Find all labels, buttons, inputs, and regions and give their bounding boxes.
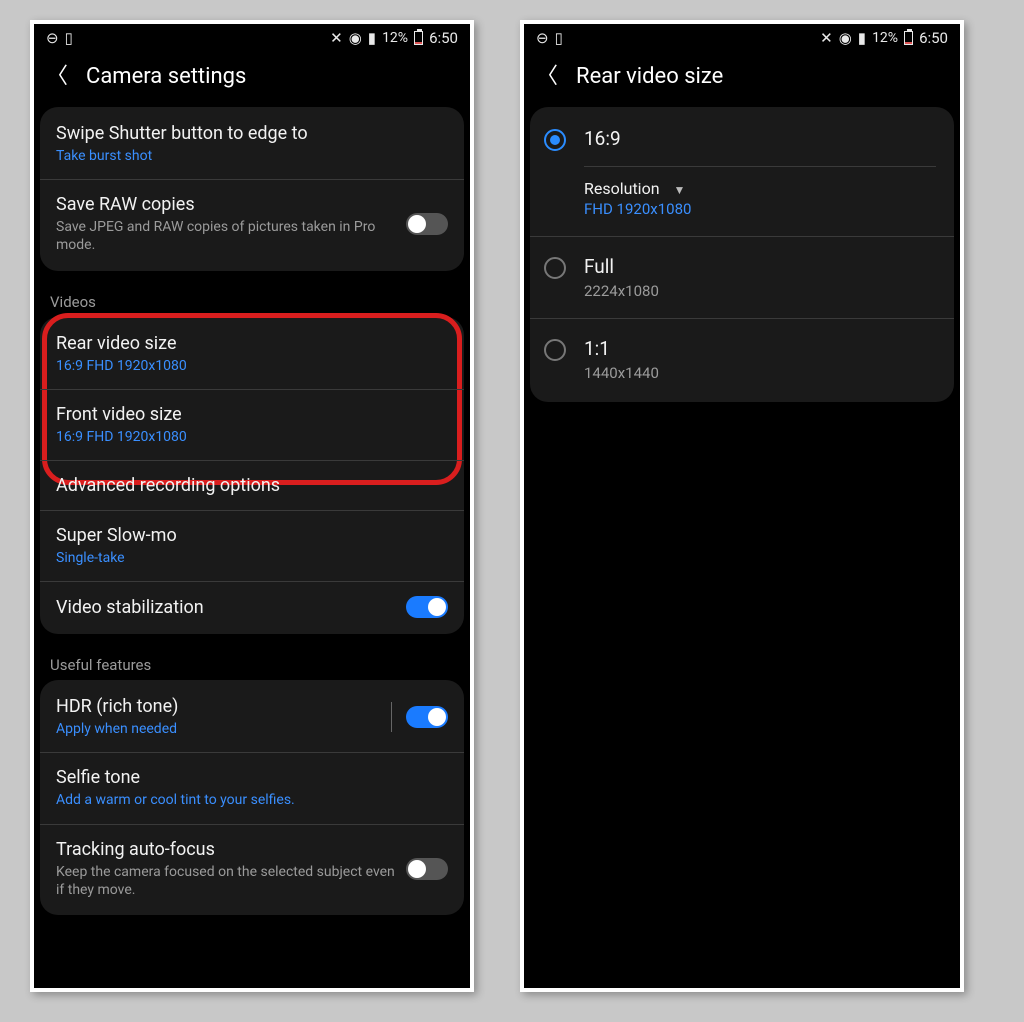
- row-sub: Single-take: [56, 549, 448, 567]
- clock: 6:50: [919, 29, 948, 47]
- card-useful: HDR (rich tone) Apply when needed Selfie…: [40, 680, 464, 915]
- wifi-icon: ◉: [839, 29, 852, 47]
- phone-right: ⊖ ▯ ✕ ◉ ▮ 12% 6:50 〈 Rear video size 16:…: [520, 20, 964, 992]
- chevron-down-icon[interactable]: ▼: [674, 183, 686, 197]
- clock: 6:50: [429, 29, 458, 47]
- sim-icon: ▯: [65, 29, 73, 47]
- row-sub: 16:9 FHD 1920x1080: [56, 428, 448, 446]
- header: 〈 Camera settings: [34, 50, 470, 107]
- header: 〈 Rear video size: [524, 50, 960, 107]
- dnd-icon: ⊖: [536, 29, 549, 47]
- row-title: Super Slow-mo: [56, 525, 448, 546]
- row-title: Selfie tone: [56, 767, 448, 788]
- toggle-save-raw[interactable]: [406, 213, 448, 235]
- option-1-1[interactable]: 1:1 1440x1440: [530, 319, 954, 400]
- section-videos: Videos: [34, 281, 470, 317]
- divider: [391, 702, 392, 732]
- row-sub: Take burst shot: [56, 147, 448, 165]
- row-title: Swipe Shutter button to edge to: [56, 123, 448, 144]
- row-selfie-tone[interactable]: Selfie tone Add a warm or cool tint to y…: [40, 753, 464, 824]
- battery-icon: [414, 31, 423, 45]
- page-title: Rear video size: [576, 64, 723, 89]
- option-label: Full: [584, 255, 936, 278]
- back-button[interactable]: 〈: [46, 66, 68, 88]
- section-useful: Useful features: [34, 644, 470, 680]
- status-bar: ⊖ ▯ ✕ ◉ ▮ 12% 6:50: [524, 24, 960, 50]
- option-label: 16:9: [584, 127, 936, 150]
- signal-icon: ▮: [858, 29, 866, 47]
- row-sub: Save JPEG and RAW copies of pictures tak…: [56, 218, 406, 254]
- row-title: Rear video size: [56, 333, 448, 354]
- row-save-raw[interactable]: Save RAW copies Save JPEG and RAW copies…: [40, 180, 464, 268]
- row-front-video-size[interactable]: Front video size 16:9 FHD 1920x1080: [40, 390, 464, 461]
- card-videos: Rear video size 16:9 FHD 1920x1080 Front…: [40, 317, 464, 635]
- row-sub: Apply when needed: [56, 720, 391, 738]
- phone-left: ⊖ ▯ ✕ ◉ ▮ 12% 6:50 〈 Camera settings Swi…: [30, 20, 474, 992]
- battery-percent: 12%: [382, 30, 408, 46]
- signal-icon: ▮: [368, 29, 376, 47]
- option-16-9[interactable]: 16:9 Resolution ▼ FHD 1920x1080: [530, 109, 954, 237]
- battery-percent: 12%: [872, 30, 898, 46]
- row-tracking-autofocus[interactable]: Tracking auto-focus Keep the camera focu…: [40, 825, 464, 913]
- status-bar: ⊖ ▯ ✕ ◉ ▮ 12% 6:50: [34, 24, 470, 50]
- toggle-video-stabilization[interactable]: [406, 596, 448, 618]
- row-advanced-recording[interactable]: Advanced recording options: [40, 461, 464, 511]
- radio-full[interactable]: [544, 257, 566, 279]
- mute-icon: ✕: [820, 29, 833, 47]
- row-sub: 16:9 FHD 1920x1080: [56, 357, 448, 375]
- sim-icon: ▯: [555, 29, 563, 47]
- resolution-value: FHD 1920x1080: [584, 200, 936, 218]
- wifi-icon: ◉: [349, 29, 362, 47]
- row-swipe-shutter[interactable]: Swipe Shutter button to edge to Take bur…: [40, 109, 464, 180]
- row-sub: Add a warm or cool tint to your selfies.: [56, 791, 448, 809]
- card-shutter-raw: Swipe Shutter button to edge to Take bur…: [40, 107, 464, 271]
- mute-icon: ✕: [330, 29, 343, 47]
- row-title: Video stabilization: [56, 597, 406, 618]
- dnd-icon: ⊖: [46, 29, 59, 47]
- battery-icon: [904, 31, 913, 45]
- row-title: Save RAW copies: [56, 194, 406, 215]
- radio-16-9[interactable]: [544, 129, 566, 151]
- row-rear-video-size[interactable]: Rear video size 16:9 FHD 1920x1080: [40, 319, 464, 390]
- row-title: Front video size: [56, 404, 448, 425]
- option-sub: 2224x1080: [584, 282, 936, 300]
- row-hdr[interactable]: HDR (rich tone) Apply when needed: [40, 682, 464, 753]
- row-video-stabilization[interactable]: Video stabilization: [40, 582, 464, 632]
- row-super-slowmo[interactable]: Super Slow-mo Single-take: [40, 511, 464, 582]
- option-full[interactable]: Full 2224x1080: [530, 237, 954, 319]
- option-sub: 1440x1440: [584, 364, 936, 382]
- row-title: HDR (rich tone): [56, 696, 391, 717]
- option-label: 1:1: [584, 337, 936, 360]
- radio-1-1[interactable]: [544, 339, 566, 361]
- toggle-hdr[interactable]: [406, 706, 448, 728]
- toggle-tracking-autofocus[interactable]: [406, 858, 448, 880]
- card-video-size-options: 16:9 Resolution ▼ FHD 1920x1080 Full 222…: [530, 107, 954, 402]
- row-title: Advanced recording options: [56, 475, 448, 496]
- row-title: Tracking auto-focus: [56, 839, 406, 860]
- page-title: Camera settings: [86, 64, 246, 89]
- resolution-label[interactable]: Resolution: [584, 179, 660, 198]
- row-sub: Keep the camera focused on the selected …: [56, 863, 406, 899]
- back-button[interactable]: 〈: [536, 66, 558, 88]
